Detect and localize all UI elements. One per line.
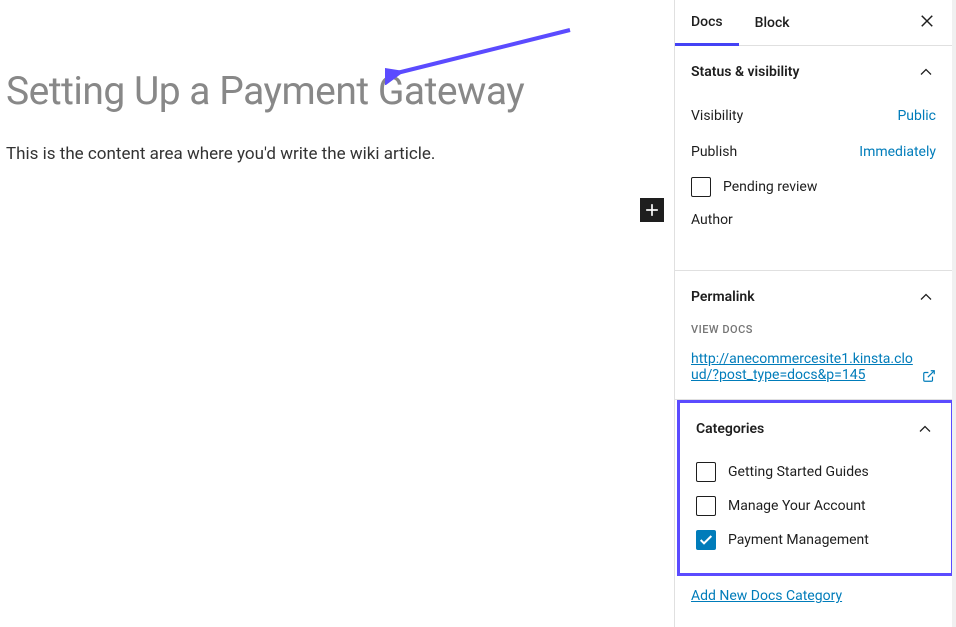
chevron-up-icon xyxy=(916,62,936,82)
panel-title: Status & visibility xyxy=(691,64,799,80)
permalink-url[interactable]: http://anecommercesite1.kinsta.cloud/?po… xyxy=(691,351,936,383)
close-sidebar-button[interactable] xyxy=(914,8,940,38)
pending-review-label: Pending review xyxy=(723,179,817,195)
category-label: Manage Your Account xyxy=(728,498,866,514)
add-new-category-link[interactable]: Add New Docs Category xyxy=(675,576,952,616)
panel-permalink-header[interactable]: Permalink xyxy=(675,271,952,323)
panel-title: Categories xyxy=(696,421,764,437)
category-checkbox-getting-started[interactable] xyxy=(696,462,716,482)
tab-block[interactable]: Block xyxy=(739,0,806,45)
pending-review-checkbox[interactable] xyxy=(691,177,711,197)
sidebar-tabs: Docs Block xyxy=(675,0,952,46)
tab-docs[interactable]: Docs xyxy=(675,1,739,46)
post-title[interactable]: Setting Up a Payment Gateway xyxy=(6,68,644,114)
author-label: Author xyxy=(691,204,936,254)
panel-categories-header[interactable]: Categories xyxy=(680,403,951,455)
settings-sidebar: Docs Block Status & visibility Visibilit… xyxy=(674,0,956,627)
category-label: Payment Management xyxy=(728,532,869,548)
publish-label: Publish xyxy=(691,144,737,160)
visibility-value[interactable]: Public xyxy=(897,108,936,124)
view-docs-label: VIEW DOCS xyxy=(691,323,936,336)
category-checkbox-manage-account[interactable] xyxy=(696,496,716,516)
visibility-label: Visibility xyxy=(691,108,743,124)
publish-value[interactable]: Immediately xyxy=(859,144,936,160)
panel-status-visibility-header[interactable]: Status & visibility xyxy=(675,46,952,98)
external-link-icon xyxy=(922,369,936,383)
editor-area: Setting Up a Payment Gateway This is the… xyxy=(0,0,674,627)
panel-permalink: Permalink VIEW DOCS http://anecommercesi… xyxy=(675,271,952,400)
panel-status-visibility: Status & visibility Visibility Public Pu… xyxy=(675,46,952,271)
category-label: Getting Started Guides xyxy=(728,464,869,480)
chevron-up-icon xyxy=(916,287,936,307)
category-checkbox-payment-management[interactable] xyxy=(696,530,716,550)
post-content[interactable]: This is the content area where you'd wri… xyxy=(6,144,644,164)
categories-highlight: Categories Getting Started Guides Manage… xyxy=(677,400,954,576)
chevron-up-icon xyxy=(915,419,935,439)
add-block-button[interactable] xyxy=(640,198,664,222)
panel-categories: Categories Getting Started Guides Manage… xyxy=(680,403,951,573)
panel-title: Permalink xyxy=(691,289,755,305)
